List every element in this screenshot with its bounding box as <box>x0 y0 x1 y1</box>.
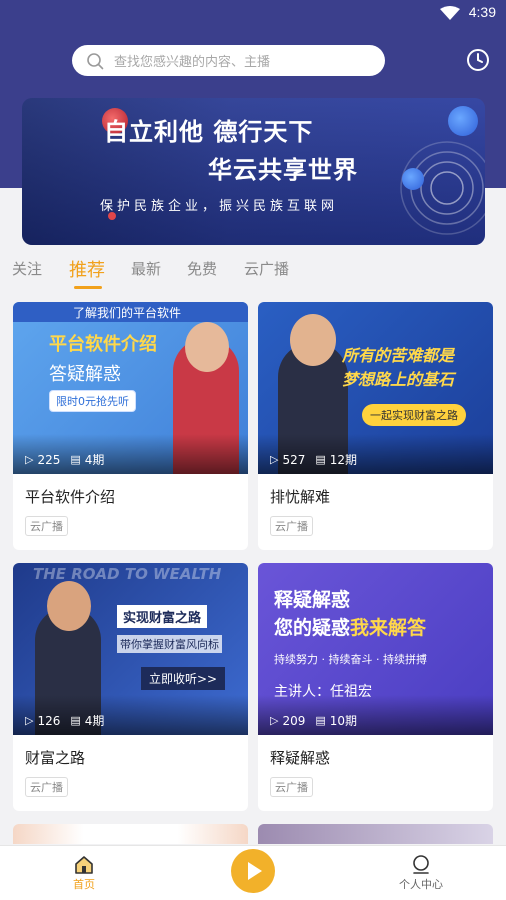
episodes-icon: ▤ <box>70 453 81 466</box>
episode-count: 4期 <box>84 453 105 467</box>
thumb-line-3: 持续努力 · 持续奋斗 · 持续拼搏 <box>274 653 427 666</box>
play-icon <box>248 862 262 880</box>
course-title: 财富之路 <box>25 749 86 767</box>
course-thumbnail: THE ROAD TO WEALTH 实现财富之路 带你掌握财富风向标 立即收听… <box>13 563 248 735</box>
banner-line-3: 保护民族企业，振兴民族互联网 <box>100 199 339 214</box>
thumb-sub: 带你掌握财富风向标 <box>117 635 222 653</box>
tab-free[interactable]: 免费 <box>187 258 217 279</box>
search-bar[interactable]: 查找您感兴趣的内容、主播 <box>72 45 385 76</box>
episode-count: 12期 <box>329 453 358 467</box>
course-tag: 云广播 <box>270 777 313 797</box>
player-button[interactable] <box>231 849 275 893</box>
banner-blue-sphere-small <box>402 168 424 190</box>
active-tab-indicator <box>74 286 102 289</box>
episode-count: 4期 <box>84 714 105 728</box>
category-tabs: 关注 推荐 最新 免费 云广播 <box>0 258 506 288</box>
profile-icon <box>413 855 429 874</box>
thumb-sub-text: 答疑解惑 <box>49 364 121 385</box>
tab-follow[interactable]: 关注 <box>12 258 42 279</box>
thumb-button: 立即收听>> <box>141 667 226 690</box>
course-title: 排忧解难 <box>270 488 331 506</box>
tab-latest[interactable]: 最新 <box>131 258 161 279</box>
episodes-icon: ▤ <box>315 453 326 466</box>
play-count-icon: ▷ <box>270 714 279 727</box>
course-tag: 云广播 <box>25 516 68 536</box>
banner-line-2: 华云共享世界 <box>208 156 358 184</box>
thumb-bg-text: THE ROAD TO WEALTH <box>33 565 222 583</box>
tab-recommend[interactable]: 推荐 <box>69 256 105 282</box>
course-card[interactable]: 所有的苦难都是 梦想路上的基石 一起实现财富之路 ▷ 527 ▤ 12期 排忧解… <box>258 302 493 550</box>
course-meta: ▷ 126 ▤ 4期 <box>25 712 104 729</box>
history-clock-icon[interactable] <box>466 48 490 72</box>
play-count: 126 <box>37 713 61 728</box>
episodes-icon: ▤ <box>70 714 81 727</box>
thumb-line-1: 释疑解惑 <box>274 589 351 611</box>
banner-line-1: 自立利他 德行天下 <box>104 118 314 146</box>
play-count-icon: ▷ <box>270 453 279 466</box>
banner-blue-sphere <box>448 106 478 136</box>
thumb-big-text: 平台软件介绍 <box>49 334 157 355</box>
search-placeholder: 查找您感兴趣的内容、主播 <box>114 55 271 70</box>
thumb-line-1: 所有的苦难都是 <box>342 346 455 365</box>
course-title: 平台软件介绍 <box>25 488 116 506</box>
thumb-line-2b: 我来解答 <box>350 617 427 639</box>
course-tag: 云广播 <box>270 516 313 536</box>
presenter-face <box>185 322 229 372</box>
wifi-icon <box>440 6 460 20</box>
presenter-face <box>47 581 91 631</box>
play-count-icon: ▷ <box>25 714 34 727</box>
play-count: 527 <box>282 452 306 467</box>
nav-home-label: 首页 <box>73 878 95 891</box>
course-meta: ▷ 527 ▤ 12期 <box>270 451 357 468</box>
course-card[interactable]: THE ROAD TO WEALTH 实现财富之路 带你掌握财富风向标 立即收听… <box>13 563 248 811</box>
thumb-box: 实现财富之路 <box>117 605 208 628</box>
course-thumbnail: 释疑解惑 您的疑惑我来解答 持续努力 · 持续奋斗 · 持续拼搏 主讲人：任祖宏… <box>258 563 493 735</box>
play-count: 225 <box>37 452 61 467</box>
course-card[interactable]: 释疑解惑 您的疑惑我来解答 持续努力 · 持续奋斗 · 持续拼搏 主讲人：任祖宏… <box>258 563 493 811</box>
episodes-icon: ▤ <box>315 714 326 727</box>
nav-profile[interactable]: 个人中心 <box>391 854 451 892</box>
presenter-face <box>290 314 336 366</box>
thumb-line-2: 您的疑惑我来解答 <box>274 613 426 640</box>
home-icon <box>75 856 93 874</box>
course-title: 释疑解惑 <box>270 749 331 767</box>
course-meta: ▷ 225 ▤ 4期 <box>25 451 104 468</box>
nav-profile-label: 个人中心 <box>399 878 443 891</box>
status-bar: 4:39 <box>0 0 506 28</box>
thumb-line-2a: 您的疑惑 <box>274 617 351 639</box>
course-card-peek[interactable] <box>13 824 248 844</box>
tab-cloud-radio[interactable]: 云广播 <box>244 258 289 279</box>
course-meta: ▷ 209 ▤ 10期 <box>270 712 357 729</box>
play-count: 209 <box>282 713 306 728</box>
play-count-icon: ▷ <box>25 453 34 466</box>
thumb-badge: 限时0元抢先听 <box>49 390 136 412</box>
thumb-line-2: 梦想路上的基石 <box>342 370 455 389</box>
course-tag: 云广播 <box>25 777 68 797</box>
course-card[interactable]: 了解我们的平台软件 平台软件介绍 答疑解惑 限时0元抢先听 ▷ 225 ▤ 4期… <box>13 302 248 550</box>
course-thumbnail: 所有的苦难都是 梦想路上的基石 一起实现财富之路 ▷ 527 ▤ 12期 <box>258 302 493 474</box>
nav-home[interactable]: 首页 <box>54 854 114 892</box>
thumb-badge: 一起实现财富之路 <box>362 404 466 426</box>
course-thumbnail: 了解我们的平台软件 平台软件介绍 答疑解惑 限时0元抢先听 ▷ 225 ▤ 4期 <box>13 302 248 474</box>
status-time: 4:39 <box>468 4 496 20</box>
search-icon <box>87 52 104 69</box>
thumb-top-text: 了解我们的平台软件 <box>73 306 182 320</box>
episode-count: 10期 <box>329 714 358 728</box>
promo-banner[interactable]: 自立利他 德行天下 华云共享世界 保护民族企业，振兴民族互联网 <box>22 98 485 245</box>
course-card-peek[interactable] <box>258 824 493 844</box>
